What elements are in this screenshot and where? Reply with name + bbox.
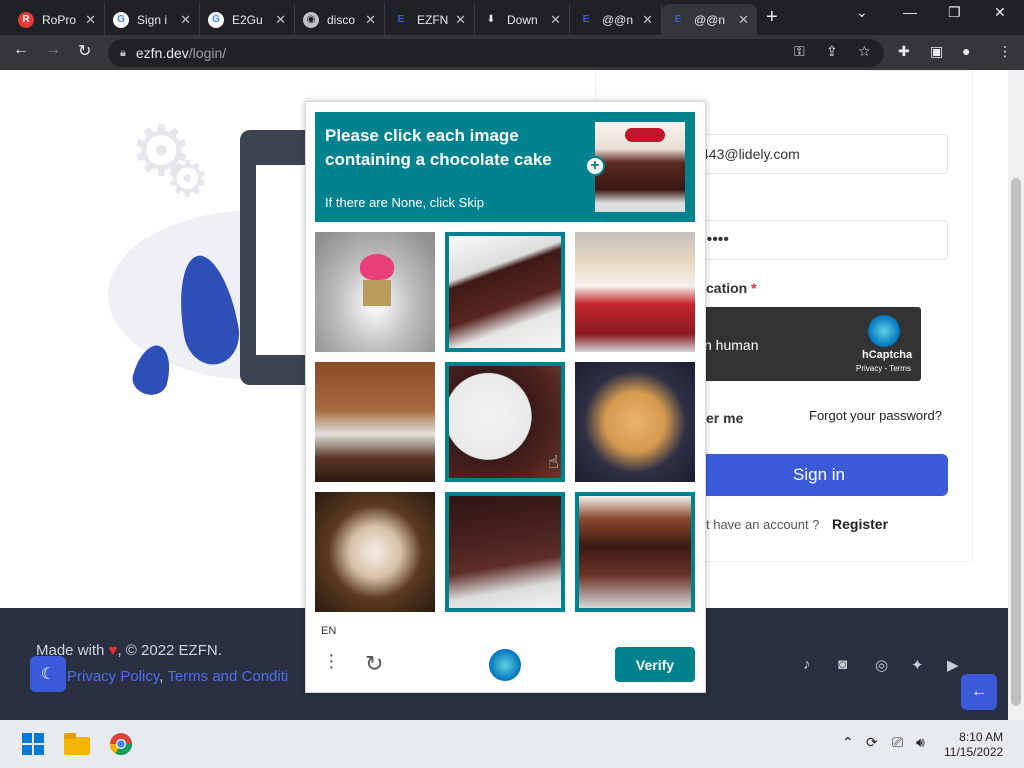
key-icon[interactable]: ⚿ [794, 43, 805, 60]
gear-icon: ⚙ [165, 151, 210, 207]
close-tab-icon[interactable]: ✕ [85, 12, 96, 28]
password-field[interactable]: ••••• [690, 220, 948, 260]
captcha-image-tile-selected[interactable] [445, 362, 565, 482]
chevron-up-icon[interactable]: ⌃ [842, 734, 854, 751]
verify-button[interactable]: Verify [615, 647, 695, 682]
back-button[interactable]: ← [13, 41, 29, 59]
google-icon: G [113, 11, 129, 28]
captcha-prompt-subtitle: If there are None, click Skip [325, 195, 484, 210]
captcha-image-tile[interactable] [315, 362, 435, 482]
hcaptcha-logo-icon [489, 649, 521, 681]
browser-tab[interactable]: E @@n ✕ [570, 4, 662, 35]
refresh-icon[interactable]: ↻ [365, 651, 383, 677]
captcha-prompt-header: Please click each image containing a cho… [315, 112, 695, 222]
close-tab-icon[interactable]: ✕ [642, 12, 653, 28]
hcaptcha-widget[interactable]: n human hCaptcha Privacy - Terms [690, 307, 921, 381]
lock-icon[interactable]: 🔒︎ [120, 47, 126, 60]
browser-tab[interactable]: E EZFN ✕ [385, 4, 475, 35]
file-explorer-icon[interactable] [60, 727, 94, 761]
captcha-image-tile-selected[interactable] [445, 232, 565, 352]
system-clock[interactable]: 8:10 AM 11/15/2022 [944, 730, 1003, 760]
browser-tab-active[interactable]: E @@n ✕ [662, 4, 757, 35]
globe-icon: ◉ [303, 11, 319, 28]
captcha-image-tile[interactable] [575, 232, 695, 352]
ezfn-icon: E [674, 14, 682, 25]
tiktok-icon[interactable]: ♪ [803, 656, 811, 673]
address-bar[interactable]: 🔒︎ ezfn.dev/login/ [108, 39, 884, 67]
share-icon[interactable]: ⇪ [826, 43, 838, 60]
side-panel-icon[interactable]: ▣ [930, 43, 943, 60]
forward-button[interactable]: → [45, 41, 61, 59]
tab-strip: R RoPro ✕ G Sign i ✕ G E2Gu ✕ ◉ disco ✕ … [0, 0, 1024, 35]
sign-in-button[interactable]: Sign in [690, 454, 948, 496]
terms-link[interactable]: Terms and Conditi [167, 668, 288, 685]
captcha-prompt-title: Please click each image containing a cho… [325, 126, 552, 169]
email-field[interactable]: 443@lidely.com [690, 134, 948, 174]
language-selector[interactable]: EN [321, 625, 336, 637]
bookmark-star-icon[interactable]: ☆ [858, 43, 871, 60]
no-account-text: t have an account ? [706, 517, 820, 532]
scrollbar-thumb[interactable] [1011, 178, 1021, 706]
forgot-password-link[interactable]: Forgot your password? [809, 408, 942, 423]
discord-icon[interactable]: ◙ [838, 656, 847, 673]
close-tab-icon[interactable]: ✕ [365, 12, 376, 28]
ezfn-icon: E [397, 14, 405, 25]
profile-icon[interactable]: ● [962, 43, 970, 59]
captcha-image-tile-selected[interactable] [445, 492, 565, 612]
captcha-example-image[interactable] [595, 122, 685, 212]
arrow-left-icon: ← [971, 683, 987, 700]
chrome-icon[interactable] [104, 727, 138, 761]
hcaptcha-logo-icon [868, 315, 900, 347]
remember-me-label[interactable]: er me [706, 410, 743, 426]
expand-example-icon[interactable]: + [585, 156, 605, 176]
verification-label: cation * [706, 280, 757, 296]
browser-toolbar: ← → ↻ 🔒︎ ezfn.dev/login/ ⚿ ⇪ ☆ ✚ ▣ ● ⋮ [0, 35, 1024, 70]
google-icon: G [208, 11, 224, 28]
browser-tab[interactable]: ⬇ Down ✕ [475, 4, 570, 35]
captcha-image-tile[interactable] [315, 492, 435, 612]
instagram-icon[interactable]: ◎ [875, 656, 888, 674]
windows-start-icon[interactable] [16, 727, 50, 761]
browser-tab[interactable]: G Sign i ✕ [105, 4, 200, 35]
captcha-image-tile-selected[interactable] [575, 492, 695, 612]
ropro-icon: R [18, 11, 34, 28]
tab-search-icon[interactable]: ⌄ [856, 4, 868, 21]
youtube-icon[interactable]: ▶ [947, 656, 959, 674]
hand-cursor-icon: ☝ [548, 452, 559, 472]
new-tab-button[interactable]: + [766, 6, 778, 29]
minimize-button[interactable]: — [903, 4, 917, 20]
browser-tab[interactable]: G E2Gu ✕ [200, 4, 295, 35]
close-tab-icon[interactable]: ✕ [455, 12, 466, 28]
restore-button[interactable]: ❐ [948, 4, 961, 21]
captcha-image-tile[interactable] [575, 362, 695, 482]
download-icon: ⬇ [486, 14, 496, 25]
back-to-top-button[interactable]: ← [961, 674, 997, 710]
close-tab-icon[interactable]: ✕ [180, 12, 191, 28]
close-window-button[interactable]: ✕ [994, 4, 1006, 21]
volume-icon[interactable]: 🔊︎ [916, 734, 925, 751]
browser-tab[interactable]: ◉ disco ✕ [295, 4, 385, 35]
captcha-image-tile[interactable] [315, 232, 435, 352]
close-tab-icon[interactable]: ✕ [550, 12, 561, 28]
reload-button[interactable]: ↻ [78, 41, 91, 61]
close-tab-icon[interactable]: ✕ [275, 12, 286, 28]
extensions-icon[interactable]: ✚ [898, 43, 910, 60]
register-link[interactable]: Register [832, 516, 888, 532]
dark-mode-toggle[interactable]: ☾ [30, 656, 66, 692]
privacy-policy-link[interactable]: Privacy Policy [67, 668, 159, 685]
twitter-icon[interactable]: ✦ [911, 656, 924, 674]
moon-icon: ☾ [40, 666, 56, 683]
browser-tab[interactable]: R RoPro ✕ [10, 4, 105, 35]
sync-icon[interactable]: ⟳ [866, 734, 878, 751]
close-tab-icon[interactable]: ✕ [738, 12, 749, 28]
menu-kebab-icon[interactable]: ⋮ [998, 43, 1012, 60]
network-icon[interactable]: ⎚ [892, 734, 903, 751]
captcha-menu-icon[interactable]: · · · [328, 645, 335, 677]
ezfn-icon: E [582, 14, 590, 25]
footer-links: Privacy Policy, Terms and Conditi [67, 668, 289, 685]
